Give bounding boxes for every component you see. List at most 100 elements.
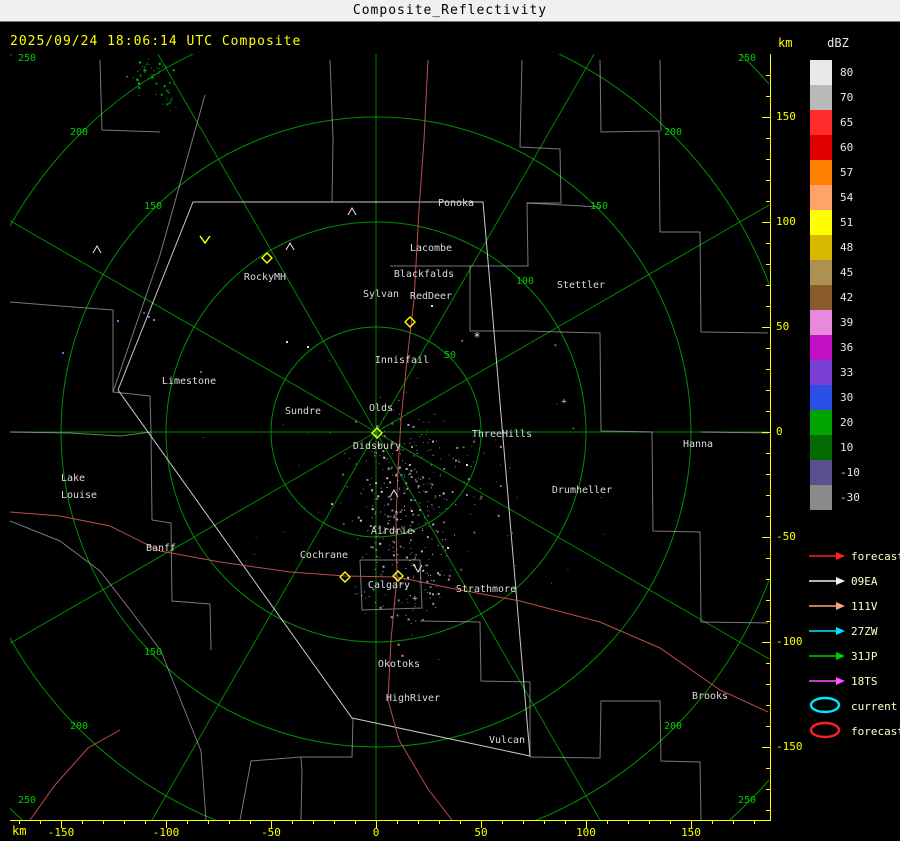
color-scale-rows: 80 70 65 60 57 54 51 48 45 42 39 36 33 30 20 10 -10 -30 bbox=[810, 60, 896, 510]
bottom-axis-tick bbox=[40, 821, 41, 824]
city-label: Banff bbox=[146, 543, 176, 554]
city-label: Vulcan bbox=[489, 735, 525, 746]
bottom-axis-tick bbox=[649, 821, 650, 824]
right-axis-tick bbox=[766, 75, 770, 76]
caret-up-icon bbox=[347, 206, 357, 216]
bottom-axis-tick bbox=[292, 821, 293, 824]
bottom-axis-tick bbox=[628, 821, 629, 824]
color-scale-value: 80 bbox=[840, 66, 854, 79]
bottom-axis-tick bbox=[82, 821, 83, 824]
bottom-axis-tick-label: 100 bbox=[576, 826, 596, 839]
right-axis-tick bbox=[766, 579, 770, 580]
right-axis-tick bbox=[766, 306, 770, 307]
right-axis-tick-label: -150 bbox=[776, 740, 803, 753]
right-axis-tick-label: 50 bbox=[776, 320, 790, 333]
right-axis-tick bbox=[766, 390, 770, 391]
bottom-axis-tick bbox=[145, 821, 146, 824]
city-label: Calgary bbox=[368, 580, 410, 591]
city-label: Okotoks bbox=[378, 659, 420, 670]
city-label: RockyMH bbox=[244, 272, 286, 283]
legend-arrow-icon bbox=[808, 572, 846, 591]
caret-up-icon bbox=[285, 241, 295, 251]
color-scale-value: 48 bbox=[840, 241, 854, 254]
right-axis-tick bbox=[762, 642, 770, 643]
right-axis-tick-label: 100 bbox=[776, 215, 796, 228]
bottom-axis-tick bbox=[397, 821, 398, 824]
right-axis-tick bbox=[766, 810, 770, 811]
right-axis-tick bbox=[766, 516, 770, 517]
legend-item: current bbox=[808, 696, 900, 717]
ring-distance-label: 100 bbox=[516, 276, 534, 287]
bottom-axis-tick bbox=[502, 821, 503, 824]
legend-item-label: forecast bbox=[851, 725, 900, 738]
legend-arrow-icon bbox=[808, 547, 846, 566]
chevron-down-icon bbox=[199, 235, 211, 245]
city-label: Lake bbox=[61, 473, 85, 484]
city-label: Limestone bbox=[162, 376, 216, 387]
bottom-axis-tick bbox=[733, 821, 734, 824]
ring-distance-label: 200 bbox=[664, 721, 682, 732]
right-axis-tick bbox=[766, 264, 770, 265]
color-scale-row: 39 bbox=[810, 310, 896, 335]
right-axis-tick bbox=[766, 495, 770, 496]
bottom-axis-tick-label: -50 bbox=[261, 826, 281, 839]
right-axis-tick bbox=[766, 621, 770, 622]
radar-app: Composite_Reflectivity 2025/09/24 18:06:… bbox=[0, 0, 900, 841]
map-legend: forecast 09EA 111V 27ZW 31JP 18TS current forec… bbox=[808, 546, 900, 742]
right-axis-tick-label: -100 bbox=[776, 635, 803, 648]
color-scale-row: 10 bbox=[810, 435, 896, 460]
color-swatch bbox=[810, 435, 832, 460]
dot-icon bbox=[286, 341, 288, 343]
color-swatch bbox=[810, 60, 832, 85]
legend-item: 111V bbox=[808, 596, 900, 617]
bottom-axis-tick bbox=[187, 821, 188, 824]
color-swatch bbox=[810, 210, 832, 235]
color-scale-value: 42 bbox=[840, 291, 854, 304]
legend-item: 18TS bbox=[808, 671, 900, 692]
color-swatch bbox=[810, 335, 832, 360]
right-axis-tick bbox=[766, 684, 770, 685]
right-axis-tick bbox=[762, 432, 770, 433]
right-axis-tick bbox=[766, 159, 770, 160]
legend-item-label: current bbox=[851, 700, 898, 713]
legend-arrow-icon bbox=[808, 622, 846, 641]
bottom-axis-tick bbox=[334, 821, 335, 824]
radar-map[interactable]: 50 100 150 150 150 200 200 200 200 250 250 250 250 * +… bbox=[0, 0, 900, 841]
bottom-axis-tick bbox=[544, 821, 545, 824]
city-label: Sylvan bbox=[363, 289, 399, 300]
bottom-axis-tick bbox=[355, 821, 356, 824]
city-label: Olds bbox=[369, 403, 393, 414]
right-axis-tick bbox=[766, 600, 770, 601]
bottom-axis-tick bbox=[460, 821, 461, 824]
ring-distance-label: 150 bbox=[144, 647, 162, 658]
bottom-axis-tick bbox=[124, 821, 125, 824]
city-label: Didsbury bbox=[353, 441, 401, 452]
right-axis-tick bbox=[766, 201, 770, 202]
right-axis-tick-label: 0 bbox=[776, 425, 783, 438]
city-label: Stettler bbox=[557, 280, 605, 291]
radar-canvas: 50100150 150150200 200200 200250 250250 250*+… bbox=[0, 0, 900, 841]
legend-ellipse-icon bbox=[808, 696, 846, 718]
dot-icon bbox=[466, 464, 468, 466]
color-scale-row: 57 bbox=[810, 160, 896, 185]
legend-item-label: 27ZW bbox=[851, 625, 878, 638]
dot-icon bbox=[307, 346, 309, 348]
bottom-axis-tick bbox=[208, 821, 209, 824]
city-label: Sundre bbox=[285, 406, 321, 417]
color-swatch bbox=[810, 85, 832, 110]
color-scale-row: 33 bbox=[810, 360, 896, 385]
right-axis-tick bbox=[762, 747, 770, 748]
color-scale-row: 60 bbox=[810, 135, 896, 160]
legend-item: forecast bbox=[808, 546, 900, 567]
legend-item-label: 111V bbox=[851, 600, 878, 613]
cross-icon: + bbox=[412, 594, 418, 604]
color-scale: dBZ 80 70 65 60 57 54 51 48 45 42 39 36 33 30 20 10 -10 -… bbox=[810, 36, 896, 510]
color-swatch bbox=[810, 410, 832, 435]
legend-arrow-icon bbox=[808, 597, 846, 616]
city-label: Blackfalds bbox=[394, 269, 454, 280]
bottom-axis-tick bbox=[418, 821, 419, 824]
bottom-axis-tick bbox=[523, 821, 524, 824]
color-scale-row: 80 bbox=[810, 60, 896, 85]
color-swatch bbox=[810, 360, 832, 385]
city-label: Brooks bbox=[692, 691, 728, 702]
